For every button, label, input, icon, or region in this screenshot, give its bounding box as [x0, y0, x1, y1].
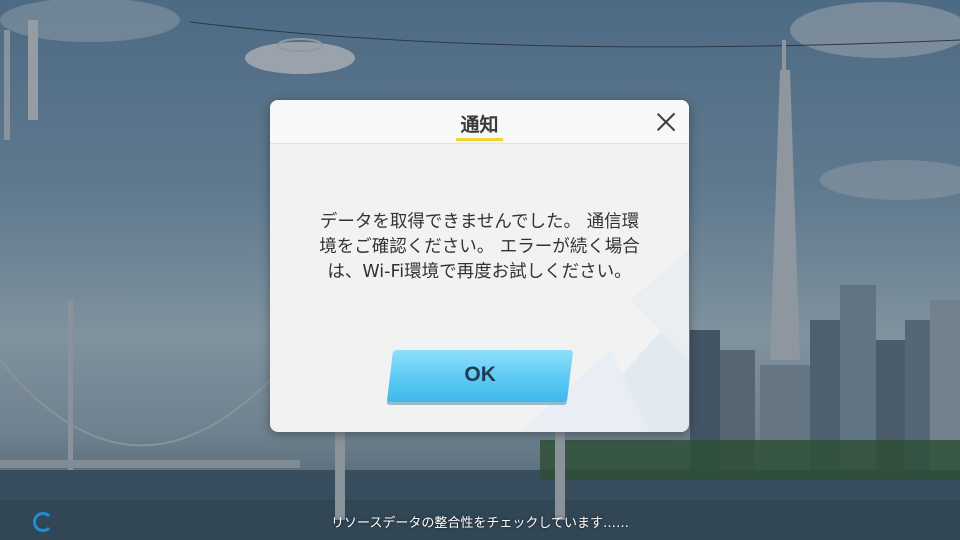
notification-dialog: 通知 データを取得できませんでした。 通信環 境をご確認ください。 エラーが続く…	[270, 100, 689, 432]
title-underline	[456, 138, 503, 141]
dialog-title: 通知	[460, 114, 499, 136]
close-icon[interactable]	[653, 109, 679, 135]
dialog-message: データを取得できませんでした。 通信環 境をご確認ください。 エラーが続く場合 …	[319, 212, 640, 282]
dialog-header: 通知	[270, 100, 689, 144]
ok-button[interactable]: OK	[386, 350, 574, 402]
loading-status-text: リソースデータの整合性をチェックしています……	[331, 516, 629, 531]
ok-button-label: OK	[464, 363, 496, 386]
